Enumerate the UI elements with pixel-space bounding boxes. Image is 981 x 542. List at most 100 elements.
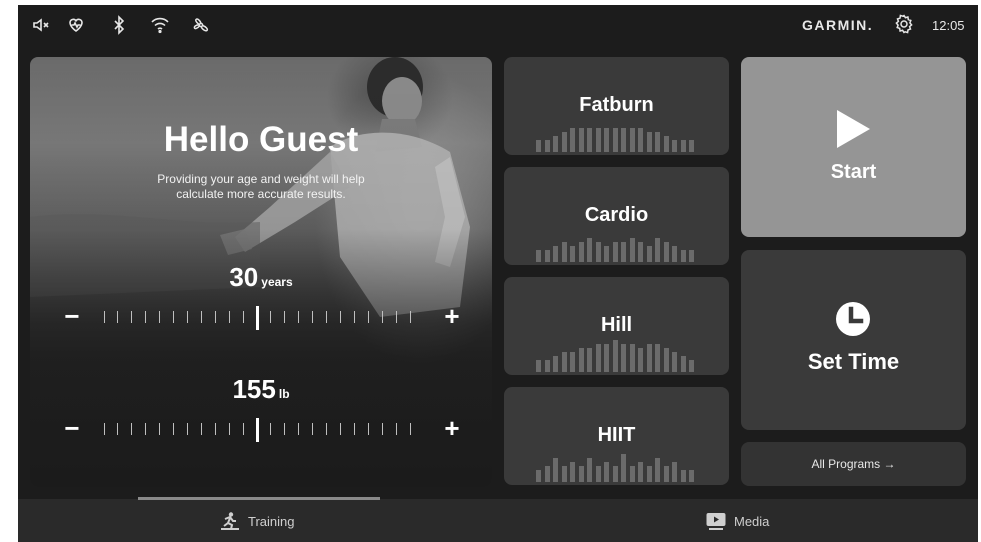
profile-bar xyxy=(655,132,660,152)
tab-training-label: Training xyxy=(248,513,295,529)
bluetooth-icon[interactable] xyxy=(108,14,130,36)
weight-scale[interactable] xyxy=(104,418,420,442)
set-time-label: Set Time xyxy=(807,349,900,374)
age-decrease-button[interactable]: − xyxy=(60,302,84,332)
profile-bar xyxy=(680,250,686,262)
profile-bar xyxy=(646,344,652,372)
profile-bar xyxy=(629,466,635,482)
profile-bar xyxy=(570,352,575,372)
profile-bar xyxy=(612,340,618,372)
profile-bar xyxy=(536,360,541,372)
age-value: 30 years xyxy=(30,262,492,293)
weight-slider[interactable]: − + xyxy=(60,414,464,444)
profile-bar xyxy=(544,250,550,262)
clock-time: 12:05 xyxy=(932,18,965,33)
wifi-icon[interactable] xyxy=(149,14,171,36)
profile-bar xyxy=(604,128,609,152)
profile-bar xyxy=(536,250,541,262)
profile-bar xyxy=(612,128,618,152)
weight-value: 155 lb xyxy=(30,374,492,405)
profile-bar xyxy=(672,352,677,372)
profile-bar xyxy=(646,132,652,152)
profile-bar xyxy=(612,466,618,482)
profile-bar xyxy=(587,128,592,152)
profile-bar xyxy=(621,128,626,152)
program-profile xyxy=(536,122,696,152)
profile-bar xyxy=(570,128,575,152)
weight-decrease-button[interactable]: − xyxy=(60,414,84,444)
age-slider[interactable]: − + xyxy=(60,302,464,332)
age-slider-thumb[interactable] xyxy=(256,306,259,330)
profile-bar xyxy=(578,466,584,482)
fan-icon[interactable] xyxy=(190,14,212,36)
age-scale[interactable] xyxy=(104,306,420,330)
gear-icon[interactable] xyxy=(893,13,915,35)
profile-bar xyxy=(604,344,609,372)
tab-training[interactable]: Training xyxy=(220,511,294,531)
profile-bar xyxy=(621,242,626,262)
profile-bar xyxy=(561,466,567,482)
set-time-button[interactable]: Set Time xyxy=(741,250,966,430)
program-profile xyxy=(536,340,696,372)
profile-bar xyxy=(689,360,694,372)
weight-number: 155 xyxy=(232,374,276,404)
profile-bar xyxy=(553,246,558,262)
age-unit: years xyxy=(261,275,293,289)
profile-bar xyxy=(570,462,575,482)
profile-bar xyxy=(655,238,660,262)
tab-media[interactable]: Media xyxy=(706,511,769,531)
start-label: Start xyxy=(830,161,877,183)
profile-bar xyxy=(672,140,677,152)
program-card-fatburn[interactable]: Fatburn xyxy=(504,57,729,155)
profile-bar xyxy=(663,466,669,482)
profile-bar xyxy=(680,470,686,482)
profile-bar xyxy=(672,246,677,262)
program-name: Fatburn xyxy=(579,94,654,116)
profile-bar xyxy=(638,462,643,482)
program-name: Hill xyxy=(600,314,633,336)
profile-bar xyxy=(595,344,601,372)
heart-rate-icon[interactable] xyxy=(65,14,87,36)
profile-bar xyxy=(689,140,694,152)
profile-bar xyxy=(604,462,609,482)
weight-increase-button[interactable]: + xyxy=(440,414,464,444)
profile-bar xyxy=(544,140,550,152)
status-bar: GARMIN. 12:05 xyxy=(18,5,978,43)
program-card-hiit[interactable]: HIIT xyxy=(504,387,729,485)
profile-bar xyxy=(646,466,652,482)
profile-bar xyxy=(646,246,652,262)
profile-bar xyxy=(680,140,686,152)
profile-bar xyxy=(689,250,694,262)
profile-bar xyxy=(638,128,643,152)
greeting-subtitle: Providing your age and weight will help … xyxy=(157,172,365,201)
profile-bar xyxy=(621,344,626,372)
profile-bar xyxy=(638,242,643,262)
profile-bar xyxy=(672,462,677,482)
start-button[interactable]: Start xyxy=(741,57,966,237)
profile-bar xyxy=(536,470,541,482)
profile-bar xyxy=(544,466,550,482)
program-name: HIIT xyxy=(597,424,636,446)
greeting-title: Hello Guest xyxy=(163,120,359,159)
runner-icon xyxy=(221,512,239,530)
profile-bar xyxy=(561,132,567,152)
mute-icon[interactable] xyxy=(30,14,52,36)
age-increase-button[interactable]: + xyxy=(440,302,464,332)
program-profile xyxy=(536,232,696,262)
profile-bar xyxy=(587,238,592,262)
program-card-hill[interactable]: Hill xyxy=(504,277,729,375)
active-tab-indicator xyxy=(138,497,380,500)
weight-slider-thumb[interactable] xyxy=(256,418,259,442)
clock-icon xyxy=(836,302,870,336)
profile-bar xyxy=(663,348,669,372)
program-card-cardio[interactable]: Cardio xyxy=(504,167,729,265)
profile-bar xyxy=(578,128,584,152)
profile-bar xyxy=(553,356,558,372)
weight-unit: lb xyxy=(278,387,290,401)
profile-bar xyxy=(655,458,660,482)
profile-bar xyxy=(629,128,635,152)
profile-bar xyxy=(621,454,626,482)
all-programs-button[interactable]: All Programs → xyxy=(741,442,966,486)
profile-bar xyxy=(663,136,669,152)
profile-bar xyxy=(595,466,601,482)
